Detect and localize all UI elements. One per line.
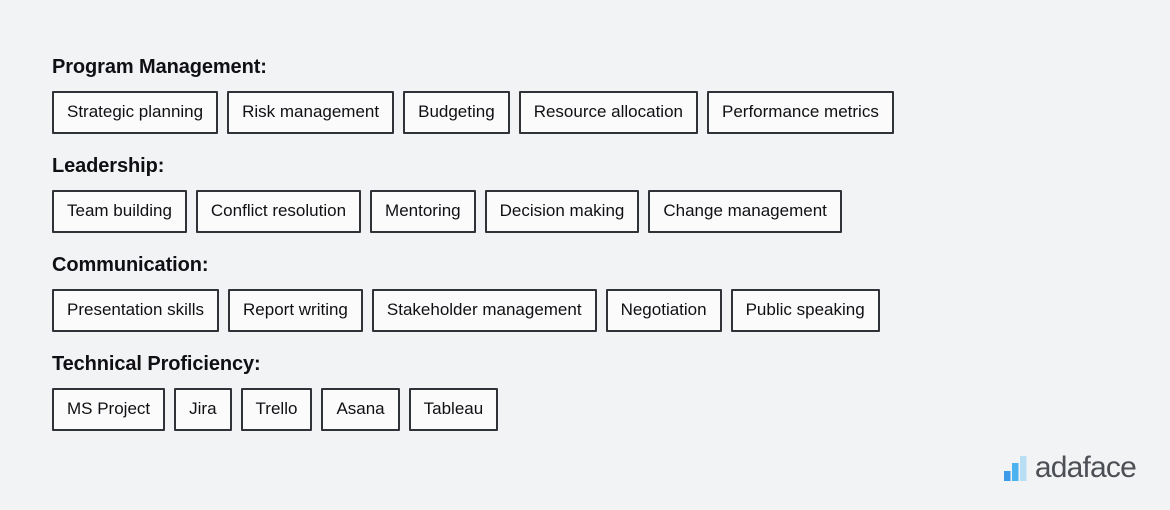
skill-group: Communication: Presentation skills Report … bbox=[52, 253, 1130, 332]
skill-chip[interactable]: Strategic planning bbox=[52, 91, 219, 134]
page-root: Program Management: Strategic planning Ris… bbox=[0, 0, 1170, 510]
skill-chip[interactable]: Asana bbox=[321, 388, 400, 431]
skill-group-heading: Communication: bbox=[52, 254, 209, 276]
skill-chip[interactable]: Negotiation bbox=[605, 289, 722, 332]
logo-bar-3 bbox=[1019, 455, 1027, 481]
skill-group-heading: Program Management: bbox=[52, 56, 267, 78]
skill-chip[interactable]: Tableau bbox=[408, 388, 499, 431]
skill-chip-row: Team building Conflict resolution Mentorin… bbox=[52, 190, 1130, 233]
skill-chip-row: Strategic planning Risk management Budgeti… bbox=[52, 91, 1130, 134]
skill-chip[interactable]: Resource allocation bbox=[518, 91, 698, 134]
skill-chip[interactable]: Public speaking bbox=[730, 289, 880, 332]
skill-chip[interactable]: Risk management bbox=[227, 91, 395, 134]
bar-chart-icon bbox=[1003, 455, 1027, 481]
logo-bar-1 bbox=[1003, 470, 1011, 481]
skill-group: Technical Proficiency: MS Project Jira Trel… bbox=[52, 352, 1130, 431]
logo-bar-2 bbox=[1011, 462, 1019, 481]
skill-group: Program Management: Strategic planning Ris… bbox=[52, 55, 1130, 134]
skill-group-heading: Technical Proficiency: bbox=[52, 353, 261, 375]
skill-chip[interactable]: Performance metrics bbox=[707, 91, 894, 134]
skill-chip[interactable]: Conflict resolution bbox=[195, 190, 362, 233]
skill-group: Leadership: Team building Conflict resolut… bbox=[52, 154, 1130, 233]
skill-chip[interactable]: Decision making bbox=[484, 190, 640, 233]
adaface-logo: adaface bbox=[1003, 451, 1137, 484]
skill-chip[interactable]: Report writing bbox=[228, 289, 363, 332]
skill-chip[interactable]: Jira bbox=[174, 388, 232, 431]
skill-chip[interactable]: Mentoring bbox=[370, 190, 476, 233]
skill-chip-row: Presentation skills Report writing Stakeho… bbox=[52, 289, 1130, 332]
skill-group-heading: Leadership: bbox=[52, 155, 165, 177]
skills-panel: Program Management: Strategic planning Ris… bbox=[52, 55, 1130, 431]
skill-chip[interactable]: Trello bbox=[240, 388, 313, 431]
skill-chip-row: MS Project Jira Trello Asana Tableau bbox=[52, 388, 1130, 431]
skill-chip[interactable]: Stakeholder management bbox=[371, 289, 597, 332]
skill-chip[interactable]: Change management bbox=[648, 190, 842, 233]
skill-chip[interactable]: MS Project bbox=[52, 388, 166, 431]
skill-chip[interactable]: Budgeting bbox=[403, 91, 510, 134]
skill-chip[interactable]: Team building bbox=[52, 190, 187, 233]
adaface-wordmark: adaface bbox=[1034, 451, 1137, 484]
skill-chip[interactable]: Presentation skills bbox=[52, 289, 220, 332]
